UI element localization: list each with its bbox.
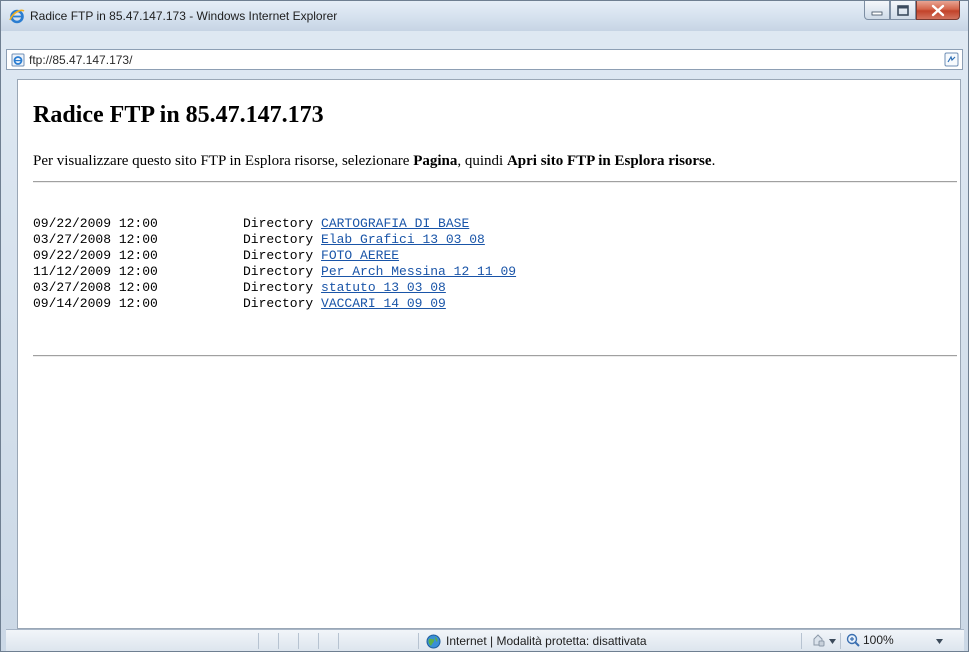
- instructions-part1: Per visualizzare questo sito FTP in Espl…: [33, 153, 414, 169]
- chevron-down-icon[interactable]: [935, 637, 944, 646]
- list-item: 11/12/2009 12:00 Directory Per Arch_Messi…: [33, 264, 516, 280]
- entry-type: Directory: [243, 248, 314, 263]
- list-item: 09/22/2009 12:00 Directory FOTO AEREE: [33, 248, 516, 264]
- status-separator: [840, 633, 841, 649]
- status-bar: Internet | Modalità protetta: disattivat…: [6, 629, 964, 651]
- zoom-level: 100%: [863, 633, 894, 647]
- window-controls: [864, 1, 960, 21]
- compatibility-icon[interactable]: [944, 52, 959, 67]
- instructions-part2: , quindi: [457, 153, 507, 169]
- status-separator: [418, 633, 419, 649]
- list-item: 09/22/2009 12:00 Directory CARTOGRAFIA DI…: [33, 216, 516, 232]
- entry-date: 09/14/2009 12:00: [33, 296, 158, 311]
- directory-listing: 09/22/2009 12:00 Directory CARTOGRAFIA DI…: [33, 216, 516, 312]
- page-content: Radice FTP in 85.47.147.173 Per visualiz…: [17, 79, 961, 629]
- directory-link[interactable]: VACCARI 14 09 09: [321, 296, 446, 311]
- title-bar[interactable]: Radice FTP in 85.47.147.173 - Windows In…: [1, 1, 968, 31]
- directory-link[interactable]: CARTOGRAFIA DI BASE: [321, 216, 469, 231]
- maximize-button[interactable]: [890, 1, 916, 20]
- status-separator: [258, 633, 259, 649]
- chevron-down-icon[interactable]: [828, 637, 837, 646]
- directory-link[interactable]: FOTO AEREE: [321, 248, 399, 263]
- instructions-text: Per visualizzare questo sito FTP in Espl…: [33, 153, 715, 170]
- entry-date: 09/22/2009 12:00: [33, 216, 158, 231]
- entry-date: 03/27/2008 12:00: [33, 232, 158, 247]
- maximize-icon: [897, 5, 909, 16]
- close-icon: [931, 4, 945, 17]
- status-separator: [801, 633, 802, 649]
- instructions-bold-open-ftp: Apri sito FTP in Esplora risorse: [506, 153, 712, 169]
- page-title: Radice FTP in 85.47.147.173: [33, 102, 324, 128]
- entry-type: Directory: [243, 280, 314, 295]
- status-separator: [278, 633, 279, 649]
- address-bar[interactable]: ftp://85.47.147.173/: [6, 49, 963, 70]
- browser-window: Radice FTP in 85.47.147.173 - Windows In…: [0, 0, 969, 652]
- entry-type: Directory: [243, 264, 314, 279]
- window-title: Radice FTP in 85.47.147.173 - Windows In…: [30, 9, 338, 23]
- security-icon[interactable]: [810, 632, 826, 648]
- divider-bottom: [33, 355, 957, 357]
- zoom-icon: [846, 633, 860, 647]
- security-zone[interactable]: Internet | Modalità protetta: disattivat…: [426, 633, 647, 649]
- entry-type: Directory: [243, 232, 314, 247]
- list-item: 03/27/2008 12:00 Directory Elab Grafici 1…: [33, 232, 516, 248]
- status-separator: [318, 633, 319, 649]
- status-separator: [338, 633, 339, 649]
- entry-type: Directory: [243, 216, 314, 231]
- directory-link[interactable]: Per Arch_Messina_12_11_09: [321, 264, 516, 279]
- zone-label: Internet | Modalità protetta: disattivat…: [446, 634, 647, 648]
- entry-type: Directory: [243, 296, 314, 311]
- entry-date: 09/22/2009 12:00: [33, 248, 158, 263]
- directory-link[interactable]: Elab Grafici 13 03 08: [321, 232, 485, 247]
- instructions-bold-page: Pagina: [413, 153, 458, 169]
- divider-top: [33, 181, 957, 183]
- close-button[interactable]: [916, 1, 960, 20]
- ie-logo-icon: [9, 8, 25, 24]
- page-icon: [11, 53, 25, 67]
- list-item: 09/14/2009 12:00 Directory VACCARI 14 09 …: [33, 296, 516, 312]
- minimize-button[interactable]: [864, 1, 890, 20]
- zoom-control[interactable]: 100%: [845, 632, 894, 648]
- address-url[interactable]: ftp://85.47.147.173/: [29, 53, 132, 67]
- entry-date: 03/27/2008 12:00: [33, 280, 158, 295]
- directory-link[interactable]: statuto 13 03 08: [321, 280, 446, 295]
- entry-date: 11/12/2009 12:00: [33, 264, 158, 279]
- minimize-icon: [871, 11, 883, 16]
- globe-icon: [426, 634, 441, 648]
- instructions-part3: .: [711, 153, 716, 169]
- status-separator: [298, 633, 299, 649]
- list-item: 03/27/2008 12:00 Directory statuto 13 03 …: [33, 280, 516, 296]
